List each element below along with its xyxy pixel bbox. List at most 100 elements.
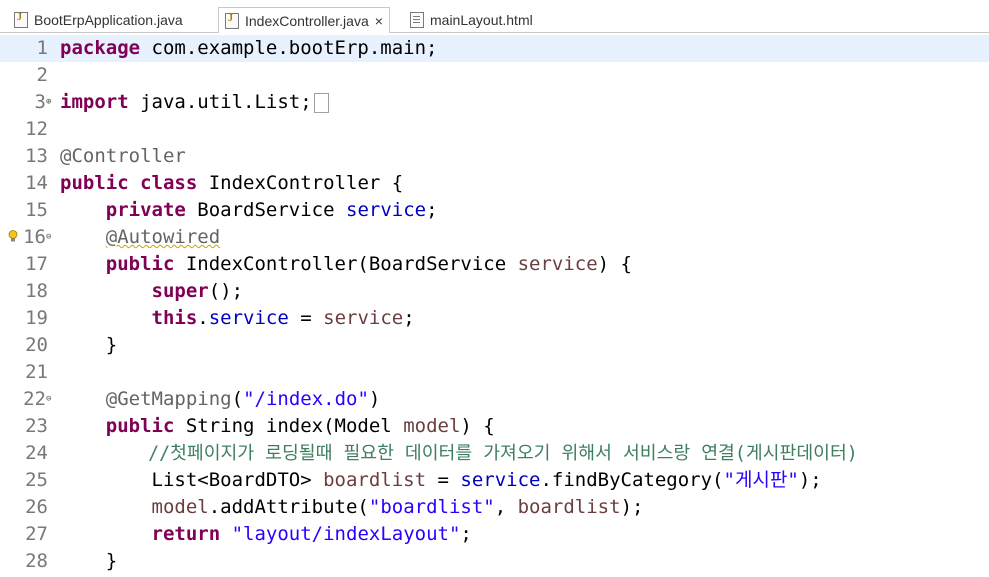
code-text: ; xyxy=(403,307,415,329)
keyword: return xyxy=(151,523,221,545)
annotation: @Controller xyxy=(60,145,186,167)
keyword: package xyxy=(60,37,141,59)
code-text: ); xyxy=(620,496,644,518)
keyword: public xyxy=(60,172,129,194)
line-number: 16 xyxy=(23,226,46,248)
code-text: IndexController(BoardService xyxy=(174,253,518,275)
code-text: List<BoardDTO> xyxy=(151,469,324,491)
html-file-icon xyxy=(410,12,424,28)
code-line[interactable]: 22 ⊖ @GetMapping("/index.do") xyxy=(0,386,989,413)
keyword: public xyxy=(105,253,175,275)
line-number: 18 xyxy=(25,280,48,302)
code-text: , xyxy=(494,496,518,518)
string-literal: "layout/indexLayout" xyxy=(231,523,461,545)
line-number: 19 xyxy=(25,307,48,329)
line-number: 21 xyxy=(25,361,48,383)
tab-mainLayout[interactable]: mainLayout.html xyxy=(410,7,533,33)
collapse-fold-icon[interactable]: ⊖ xyxy=(46,386,51,413)
code-text: ) { xyxy=(460,415,495,437)
tab-label: mainLayout.html xyxy=(430,12,533,28)
line-number: 1 xyxy=(36,37,48,59)
field-name: service xyxy=(460,469,541,491)
line-number: 24 xyxy=(25,442,48,464)
code-line[interactable]: 27 return "layout/indexLayout"; xyxy=(0,521,989,548)
code-line[interactable]: 17 public IndexController(BoardService s… xyxy=(0,251,989,278)
code-text: ); xyxy=(798,469,822,491)
keyword: public xyxy=(105,415,175,437)
editor-tab-bar: BootErpApplication.java IndexController.… xyxy=(0,0,989,34)
local-variable: boardlist xyxy=(517,496,621,518)
code-text: ) xyxy=(368,388,381,410)
code-line[interactable]: 1 package com.example.bootErp.main; xyxy=(0,35,989,62)
code-text: ( xyxy=(231,388,244,410)
java-file-icon xyxy=(225,12,239,29)
parameter: model xyxy=(403,415,461,437)
code-line[interactable]: 2 xyxy=(0,62,989,89)
parameter: service xyxy=(517,253,598,275)
code-line[interactable]: 3 ⊕ import java.util.List; xyxy=(0,89,989,116)
code-text: = xyxy=(426,469,461,491)
code-text: java.util.List; xyxy=(128,91,312,113)
code-line[interactable]: 15 private BoardService service; xyxy=(0,197,989,224)
expand-fold-icon[interactable]: ⊕ xyxy=(46,89,51,116)
line-number: 13 xyxy=(25,145,48,167)
code-line[interactable]: 23 public String index(Model model) { xyxy=(0,413,989,440)
field-name: service xyxy=(208,307,289,329)
java-file-icon xyxy=(14,12,28,28)
line-number: 28 xyxy=(25,550,48,572)
code-text: .findByCategory( xyxy=(540,469,724,491)
line-number: 22 xyxy=(23,388,46,410)
keyword: super xyxy=(151,280,209,302)
code-line[interactable]: 21 xyxy=(0,359,989,386)
code-text: String index(Model xyxy=(174,415,404,437)
line-number: 3 xyxy=(34,91,46,113)
close-icon[interactable]: × xyxy=(375,13,383,29)
tab-indexController[interactable]: IndexController.java × xyxy=(218,7,390,34)
keyword: class xyxy=(140,172,198,194)
field-name: service xyxy=(346,199,427,221)
line-number: 25 xyxy=(25,469,48,491)
line-number: 26 xyxy=(25,496,48,518)
code-line[interactable]: 20 } xyxy=(0,332,989,359)
tab-bootErpApplication[interactable]: BootErpApplication.java xyxy=(14,7,183,33)
code-editor[interactable]: 1 package com.example.bootErp.main; 2 3 … xyxy=(0,33,989,577)
code-line[interactable]: 12 xyxy=(0,116,989,143)
collapsed-imports-icon[interactable] xyxy=(313,92,329,113)
code-text: } xyxy=(105,550,118,572)
tab-label: IndexController.java xyxy=(245,12,369,29)
parameter: service xyxy=(323,307,404,329)
keyword: import xyxy=(60,91,129,113)
keyword: this xyxy=(151,307,198,329)
code-line[interactable]: 25 List<BoardDTO> boardlist = service.fi… xyxy=(0,467,989,494)
code-text: ) { xyxy=(597,253,632,275)
code-text: IndexController { xyxy=(197,172,404,194)
code-line[interactable]: 13 @Controller xyxy=(0,143,989,170)
code-text: (); xyxy=(208,280,244,302)
collapse-fold-icon[interactable]: ⊖ xyxy=(46,224,51,251)
code-text: .addAttribute( xyxy=(208,496,369,518)
string-literal: "게시판" xyxy=(723,469,799,491)
line-number: 23 xyxy=(25,415,48,437)
line-number: 15 xyxy=(25,199,48,221)
line-number: 14 xyxy=(25,172,48,194)
code-line[interactable]: 16 ⊖ @Autowired xyxy=(0,224,989,251)
code-text: ; xyxy=(460,523,472,545)
code-line[interactable]: 26 model.addAttribute("boardlist", board… xyxy=(0,494,989,521)
annotation: @Autowired xyxy=(105,226,221,248)
code-line[interactable]: 18 super(); xyxy=(0,278,989,305)
code-line[interactable]: 19 this.service = service; xyxy=(0,305,989,332)
line-number: 17 xyxy=(25,253,48,275)
keyword: private xyxy=(105,199,186,221)
code-text: = xyxy=(288,307,324,329)
code-text: ; xyxy=(426,199,438,221)
annotation: @GetMapping xyxy=(105,388,232,410)
string-literal: "boardlist" xyxy=(368,496,495,518)
code-line[interactable]: 24 //첫페이지가 로딩될때 필요한 데이터를 가져오기 위해서 서비스랑 연… xyxy=(0,440,989,467)
line-number: 27 xyxy=(25,523,48,545)
code-line[interactable]: 14 public class IndexController { xyxy=(0,170,989,197)
code-text: . xyxy=(197,307,209,329)
code-text: com.example.bootErp.main; xyxy=(140,37,438,59)
code-text: BoardService xyxy=(185,199,346,221)
code-line[interactable]: 28 } xyxy=(0,548,989,575)
